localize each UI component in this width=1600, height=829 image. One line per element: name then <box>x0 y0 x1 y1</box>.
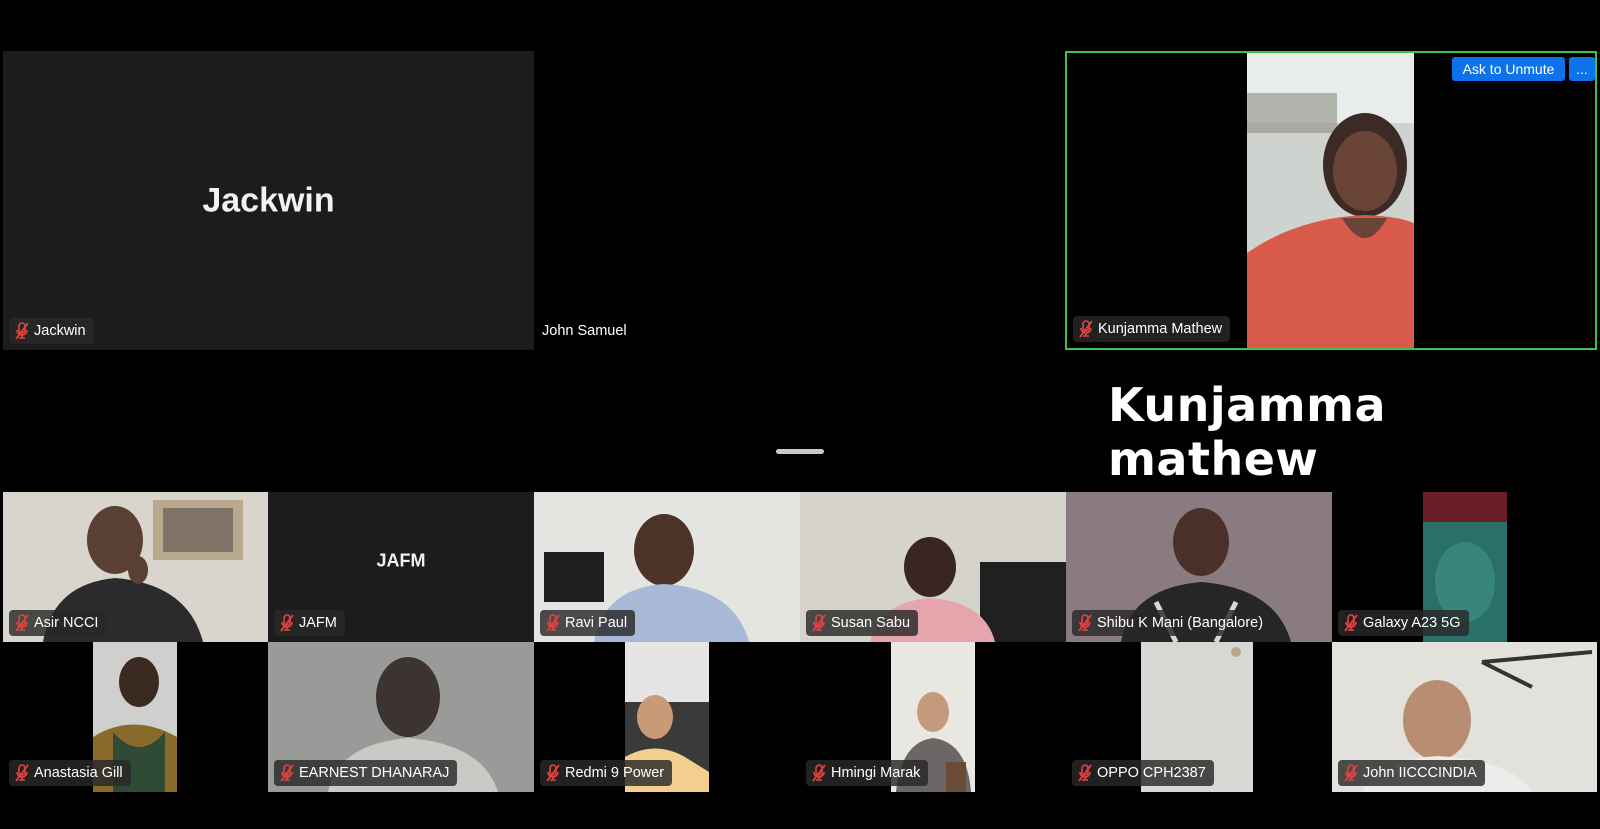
participant-label: JAFM <box>274 610 345 636</box>
caption-overlay: Kunjamma mathew <box>1108 378 1387 486</box>
video-tile-kunjamma-mathew[interactable]: Ask to Unmute ... Kunjamma Mathew <box>1065 51 1597 350</box>
resize-handle[interactable] <box>776 449 824 454</box>
mic-muted-icon <box>546 614 560 632</box>
video-tile-susan-sabu[interactable]: Susan Sabu <box>800 492 1066 642</box>
mic-muted-icon <box>1344 614 1358 632</box>
participant-label: Shibu K Mani (Bangalore) <box>1072 610 1272 636</box>
participant-name: EARNEST DHANARAJ <box>299 765 450 781</box>
participant-label: John IICCCINDIA <box>1338 760 1485 786</box>
video-tile-john-samuel[interactable]: John Samuel <box>534 51 1066 350</box>
participant-name: Jackwin <box>34 323 86 339</box>
video-tile-jafm[interactable]: JAFM JAFM <box>268 492 534 642</box>
mic-muted-icon <box>1078 614 1092 632</box>
participant-label: EARNEST DHANARAJ <box>274 760 458 786</box>
participant-label: Asir NCCI <box>9 610 107 636</box>
video-tile-hmingi-marak[interactable]: Hmingi Marak <box>800 642 1066 792</box>
mic-muted-icon <box>15 614 29 632</box>
mic-muted-icon <box>812 764 826 782</box>
mic-muted-icon <box>812 614 826 632</box>
mic-muted-icon <box>1344 764 1358 782</box>
video-tile-anastasia-gill[interactable]: Anastasia Gill <box>3 642 268 792</box>
video-tile-redmi-9-power[interactable]: Redmi 9 Power <box>534 642 800 792</box>
video-tile-galaxy-a23[interactable]: Galaxy A23 5G <box>1332 492 1597 642</box>
video-tile-oppo-cph2387[interactable]: OPPO CPH2387 <box>1066 642 1332 792</box>
video-tile-shibu-k-mani[interactable]: Shibu K Mani (Bangalore) <box>1066 492 1332 642</box>
participant-label: Anastasia Gill <box>9 760 131 786</box>
participant-label: Susan Sabu <box>806 610 919 636</box>
mic-muted-icon <box>15 764 29 782</box>
participant-name: Anastasia Gill <box>34 765 123 781</box>
mic-muted-icon <box>280 764 294 782</box>
participant-video <box>1247 53 1414 348</box>
video-tile-jackwin[interactable]: Jackwin Jackwin <box>3 51 534 350</box>
mic-muted-icon <box>1079 320 1093 338</box>
more-options-button[interactable]: ... <box>1569 57 1595 81</box>
mic-muted-icon <box>1078 764 1092 782</box>
participant-label: John Samuel <box>540 318 635 344</box>
participant-label: OPPO CPH2387 <box>1072 760 1214 786</box>
participant-label: Galaxy A23 5G <box>1338 610 1469 636</box>
participant-name: Redmi 9 Power <box>565 765 665 781</box>
video-tile-earnest-dhanaraj[interactable]: EARNEST DHANARAJ <box>268 642 534 792</box>
participant-name: Galaxy A23 5G <box>1363 615 1461 631</box>
participant-name: Shibu K Mani (Bangalore) <box>1097 615 1264 631</box>
video-tile-asir-ncci[interactable]: Asir NCCI <box>3 492 268 642</box>
participant-name: JAFM <box>299 615 337 631</box>
participant-name: John IICCCINDIA <box>1363 765 1477 781</box>
participant-label: Jackwin <box>9 318 94 344</box>
participant-name: OPPO CPH2387 <box>1097 765 1206 781</box>
mic-muted-icon <box>15 322 29 340</box>
participant-label: Redmi 9 Power <box>540 760 673 786</box>
participant-label: Kunjamma Mathew <box>1073 316 1231 342</box>
participant-name: Kunjamma Mathew <box>1098 321 1223 337</box>
participant-display-name: JAFM <box>376 550 426 571</box>
participant-name: John Samuel <box>542 323 627 339</box>
participant-name: Hmingi Marak <box>831 765 921 781</box>
mic-muted-icon <box>280 614 294 632</box>
participant-name: Asir NCCI <box>34 615 99 631</box>
video-tile-ravi-paul[interactable]: Ravi Paul <box>534 492 800 642</box>
participant-label: Hmingi Marak <box>806 760 929 786</box>
participant-label: Ravi Paul <box>540 610 636 636</box>
participant-name: Susan Sabu <box>831 615 911 631</box>
video-tile-john-iicccindia[interactable]: John IICCCINDIA <box>1332 642 1597 792</box>
mic-muted-icon <box>546 764 560 782</box>
participant-name: Ravi Paul <box>565 615 628 631</box>
ask-to-unmute-button[interactable]: Ask to Unmute <box>1452 57 1565 81</box>
participant-display-name: Jackwin <box>202 181 335 219</box>
